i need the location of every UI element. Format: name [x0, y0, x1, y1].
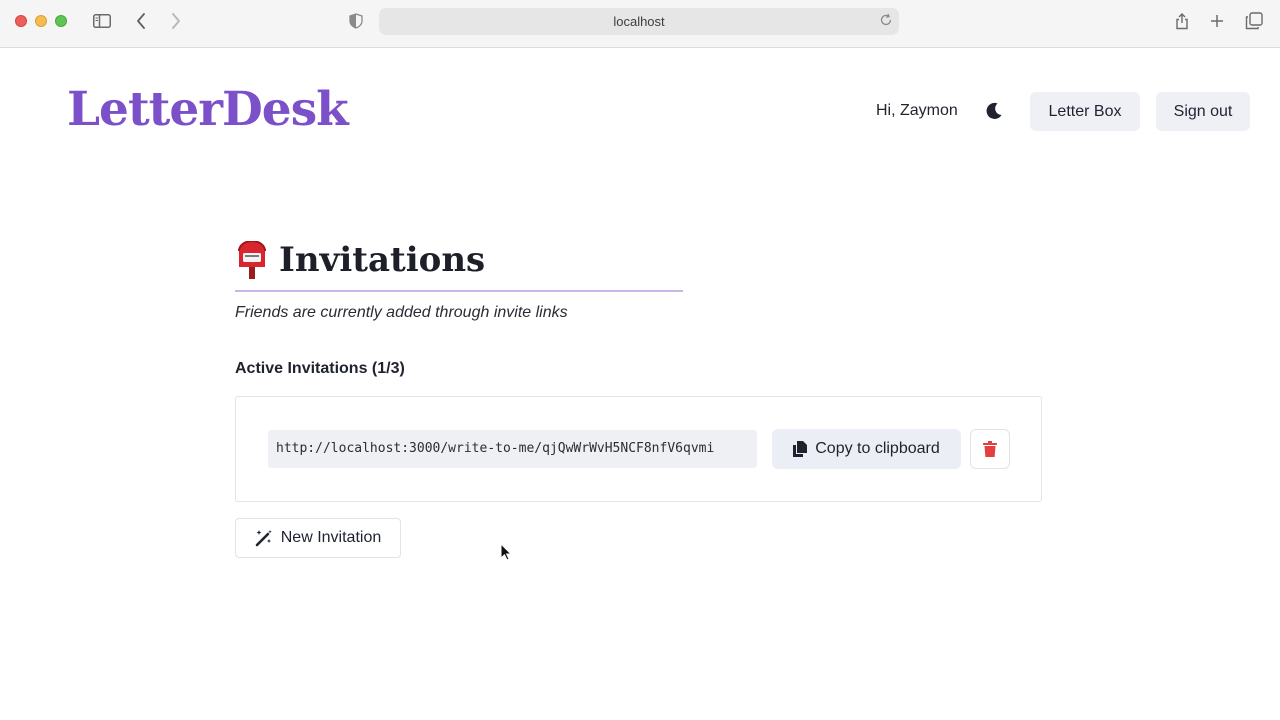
plus-icon[interactable] — [1206, 10, 1228, 32]
sidebar-icon[interactable] — [91, 10, 113, 32]
share-icon[interactable] — [1171, 10, 1193, 32]
mouse-cursor-icon — [500, 542, 513, 561]
address-bar-url: localhost — [613, 14, 665, 29]
new-invitation-label: New Invitation — [280, 529, 382, 546]
copy-to-clipboard-label: Copy to clipboard — [815, 440, 940, 457]
window-close-button[interactable] — [15, 15, 27, 27]
invitation-link[interactable]: http://localhost:3000/write-to-me/qjQwWr… — [268, 430, 757, 468]
reload-icon[interactable] — [879, 13, 893, 32]
new-invitation-button[interactable]: New Invitation — [235, 518, 401, 558]
tabs-overview-icon[interactable] — [1243, 10, 1265, 32]
page-title-row: Invitations — [235, 240, 485, 280]
delete-invitation-button[interactable] — [970, 429, 1010, 469]
postbox-icon — [235, 240, 269, 279]
chevron-left-icon[interactable] — [130, 10, 152, 32]
title-divider — [235, 290, 683, 292]
sign-out-button[interactable]: Sign out — [1156, 92, 1250, 131]
chevron-right-icon[interactable] — [165, 10, 187, 32]
moon-icon[interactable] — [984, 101, 1004, 121]
letter-box-button[interactable]: Letter Box — [1030, 92, 1140, 131]
page-title: Invitations — [279, 240, 486, 280]
app-logo[interactable]: LetterDesk — [67, 82, 349, 137]
copy-to-clipboard-button[interactable]: Copy to clipboard — [772, 429, 961, 469]
trash-icon — [983, 441, 997, 457]
invitation-card: http://localhost:3000/write-to-me/qjQwWr… — [235, 396, 1042, 502]
page-subtitle: Friends are currently added through invi… — [235, 304, 568, 321]
shield-icon[interactable] — [345, 10, 367, 32]
active-invitations-heading: Active Invitations (1/3) — [235, 360, 405, 377]
address-bar[interactable]: localhost — [379, 8, 899, 35]
window-zoom-button[interactable] — [55, 15, 67, 27]
browser-toolbar: localhost — [0, 0, 1280, 48]
magic-wand-icon — [255, 530, 272, 547]
window-minimize-button[interactable] — [35, 15, 47, 27]
copy-icon — [793, 441, 808, 457]
user-greeting: Hi, Zaymon — [876, 102, 958, 119]
